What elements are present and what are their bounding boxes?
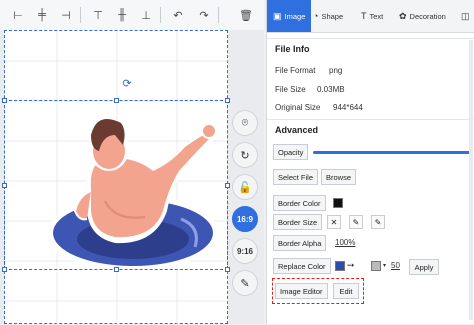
opacity-label: Opacity: [273, 144, 309, 160]
decoration-icon: ✿: [399, 10, 407, 21]
file-info-title: File Info: [275, 44, 310, 54]
selection-box[interactable]: [2, 98, 230, 272]
section-divider: [267, 38, 474, 39]
align-left-icon[interactable]: ⊢: [10, 7, 26, 23]
original-size-value: 944*644: [333, 103, 363, 112]
tab-shape[interactable]: ◔ Shape: [313, 0, 343, 32]
panel-tabs: ▣ Image ◔ Shape T Text ✿ Decoration ◫: [267, 0, 474, 33]
target-color-swatch[interactable]: [371, 261, 381, 271]
align-bottom-icon[interactable]: ⊥: [138, 7, 154, 23]
resize-handle[interactable]: [2, 183, 7, 188]
file-size-value: 0.03MB: [317, 85, 345, 94]
reset-icon[interactable]: ↻: [232, 142, 258, 168]
file-format-label: File Format: [275, 66, 316, 75]
replace-color-label: Replace Color: [273, 258, 331, 274]
resize-handle[interactable]: [114, 267, 119, 272]
text-icon: T: [361, 11, 367, 21]
shape-icon: ◔: [313, 11, 319, 21]
toolbar-divider: [160, 7, 161, 23]
ratio-16-9-button[interactable]: 16:9: [232, 206, 258, 232]
toolbar-divider: [218, 7, 219, 23]
original-size-label: Original Size: [275, 103, 321, 112]
redo-icon[interactable]: ↷: [196, 7, 212, 23]
tab-label: Decoration: [409, 11, 446, 21]
image-editor-label: Image Editor: [275, 283, 328, 299]
resize-handle[interactable]: [2, 98, 7, 103]
border-size-label: Border Size: [273, 214, 323, 230]
align-right-icon[interactable]: ⊣: [58, 7, 74, 23]
image-icon: ▣: [273, 10, 282, 21]
tab-decoration[interactable]: ✿ Decoration: [399, 0, 446, 32]
tab-image[interactable]: ▣ Image: [267, 0, 312, 32]
pen-edit-icon[interactable]: ✎: [232, 270, 258, 296]
browse-button[interactable]: Browse: [321, 169, 357, 185]
border-color-swatch[interactable]: [333, 198, 343, 208]
ratio-9-16-button[interactable]: 9:16: [232, 238, 258, 264]
align-middle-icon[interactable]: ╫: [114, 7, 130, 23]
opacity-slider[interactable]: [313, 151, 473, 154]
screenshot-icon[interactable]: ⌾: [232, 110, 258, 136]
tab-label: Image: [284, 11, 306, 21]
border-alpha-value[interactable]: 100%: [335, 238, 355, 247]
border-alpha-label: Border Alpha: [273, 235, 327, 251]
properties-panel: ▣ Image ◔ Shape T Text ✿ Decoration ◫ File I…: [266, 0, 474, 324]
lock-icon[interactable]: 🔓: [232, 174, 258, 200]
section-divider: [267, 119, 474, 120]
editor-toolbar: ⊢ ╪ ⊣ ⊤ ╫ ⊥ ↶ ↷ 🗑: [0, 0, 264, 31]
border-thin-icon[interactable]: ✎: [349, 215, 363, 229]
toolbar-divider: [80, 7, 81, 23]
tab-text[interactable]: T Text: [361, 0, 383, 32]
advanced-title: Advanced: [275, 125, 319, 135]
tab-label: Text: [369, 11, 384, 21]
border-color-label: Border Color: [273, 195, 326, 211]
align-center-icon[interactable]: ╪: [34, 7, 50, 23]
panel-scrollbar[interactable]: [469, 40, 473, 320]
canvas-area: ⟳ ⌾ ↻ 🔓 16:9 9:16 ✎: [0, 30, 264, 325]
apply-button[interactable]: Apply: [409, 259, 439, 275]
arrow-right-icon: ➙: [347, 260, 355, 270]
border-thick-icon[interactable]: ✎: [371, 215, 385, 229]
border-none-icon[interactable]: ✕: [327, 215, 341, 229]
align-top-icon[interactable]: ⊤: [90, 7, 106, 23]
delete-icon[interactable]: 🗑: [238, 7, 254, 23]
more-tab-icon: ◫: [461, 10, 470, 21]
source-color-swatch[interactable]: [335, 261, 345, 271]
resize-handle[interactable]: [114, 98, 119, 103]
tab-label: Shape: [321, 11, 344, 21]
resize-handle[interactable]: [225, 183, 230, 188]
undo-icon[interactable]: ↶: [170, 7, 186, 23]
replace-tolerance-value[interactable]: 50: [391, 261, 400, 270]
resize-handle[interactable]: [225, 98, 230, 103]
tab-more[interactable]: ◫: [461, 0, 470, 32]
select-file-button[interactable]: Select File: [273, 169, 319, 185]
edit-button[interactable]: Edit: [333, 283, 359, 299]
rotate-handle-icon[interactable]: ⟳: [121, 78, 133, 90]
file-format-value: png: [329, 66, 343, 75]
resize-handle[interactable]: [2, 267, 7, 272]
file-size-label: File Size: [275, 85, 306, 94]
dropdown-icon[interactable]: ▾: [383, 262, 386, 269]
resize-handle[interactable]: [225, 267, 230, 272]
